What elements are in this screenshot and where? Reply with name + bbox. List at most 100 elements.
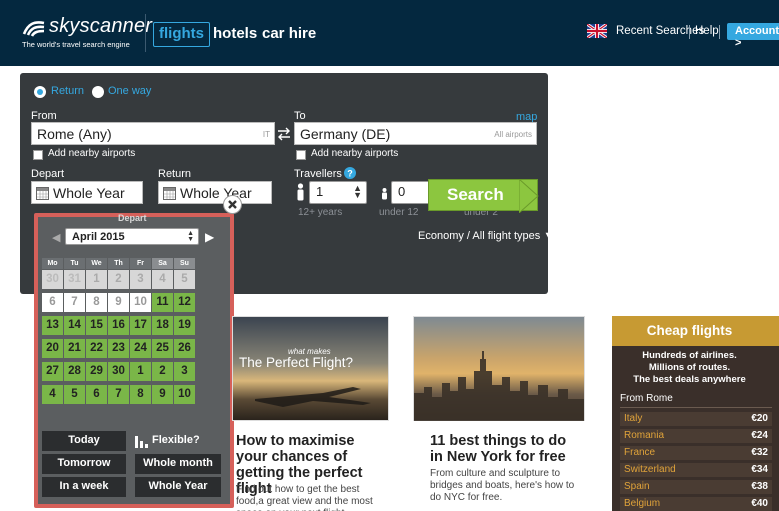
calendar-day[interactable]: 17 [130,316,151,335]
return-date-input[interactable]: Whole Year [158,181,272,204]
return-radio[interactable] [34,86,46,98]
calendar-day[interactable]: 4 [152,270,173,289]
cheap-flight-row[interactable]: Romania €24 [620,429,772,443]
calendar-day[interactable]: 9 [108,293,129,312]
child-person-icon [382,188,387,200]
calendar-day[interactable]: 25 [152,339,173,358]
calendar-day[interactable]: 30 [42,270,63,289]
from-nearby-checkbox[interactable] [33,150,43,160]
calendar-day[interactable]: 3 [174,362,195,381]
to-input[interactable]: Germany (DE) All airports [294,122,537,145]
calendar-day[interactable]: 31 [64,270,85,289]
cabin-class-select[interactable]: Economy / All flight types ▼ [418,230,554,242]
adults-value: 1 [316,184,324,199]
calendar-day[interactable]: 6 [42,293,63,312]
account-button[interactable]: Account > [727,23,779,49]
weekday-header: Mo [42,258,63,269]
in-a-week-button[interactable]: In a week [42,477,126,497]
calendar-day[interactable]: 29 [86,362,107,381]
whole-year-button[interactable]: Whole Year [135,477,221,497]
destination-label: Spain [624,481,650,492]
from-nearby-label[interactable]: Add nearby airports [48,148,135,159]
close-icon[interactable] [223,195,242,214]
to-nearby-label[interactable]: Add nearby airports [311,148,398,159]
date-picker-title: Depart [118,213,147,223]
destination-label: Italy [624,413,643,424]
adults-select[interactable]: 1 ▲ ▼ [309,181,367,204]
header-link-separator [719,25,720,39]
calendar-day[interactable]: 26 [174,339,195,358]
calendar-day[interactable]: 7 [64,293,85,312]
calendar-day[interactable]: 5 [64,385,85,404]
from-country-code: IT [262,130,270,139]
to-nearby-checkbox[interactable] [296,150,306,160]
children-age-label: under 12 [379,207,419,218]
divider [620,407,772,408]
cheap-flight-row[interactable]: Belgium €40 [620,497,772,511]
nav-flights[interactable]: flights [153,22,210,47]
calendar-day[interactable]: 20 [42,339,63,358]
calendar-day[interactable]: 7 [108,385,129,404]
today-button[interactable]: Today [42,431,126,451]
calendar-day[interactable]: 2 [152,362,173,381]
calendar-icon [36,187,49,200]
calendar-day[interactable]: 12 [174,293,195,312]
calendar-day[interactable]: 6 [86,385,107,404]
calendar-day[interactable]: 23 [108,339,129,358]
cheap-flight-row[interactable]: Spain €38 [620,480,772,494]
calendar-day[interactable]: 19 [174,316,195,335]
month-select[interactable]: April 2015 ▲ ▼ [65,228,199,245]
calendar-day[interactable]: 11 [152,293,173,312]
next-month-icon[interactable]: ▶ [205,230,214,244]
new-york-image[interactable] [413,316,585,421]
adults-age-label: 12+ years [298,207,343,218]
calendar-day[interactable]: 28 [64,362,85,381]
swap-icon[interactable] [277,127,291,141]
calendar-day[interactable]: 30 [108,362,129,381]
calendar-day[interactable]: 2 [108,270,129,289]
calendar-day[interactable]: 1 [86,270,107,289]
skyscanner-cloud-icon [22,21,45,37]
skyscanner-logo[interactable]: skyscanner The world's travel search eng… [22,15,152,56]
one-way-radio[interactable] [92,86,104,98]
calendar-day[interactable]: 3 [130,270,151,289]
calendar-day[interactable]: 5 [174,270,195,289]
recent-searches-link[interactable]: Recent Searches [616,25,704,37]
calendar-day[interactable]: 10 [130,293,151,312]
return-date-label: Return [158,168,192,180]
calendar-day[interactable]: 8 [86,293,107,312]
tomorrow-button[interactable]: Tomorrow [42,454,126,474]
nav-car-hire[interactable]: car hire [262,24,316,44]
calendar-day[interactable]: 8 [130,385,151,404]
calendar-day[interactable]: 27 [42,362,63,381]
calendar-day[interactable]: 14 [64,316,85,335]
calendar-day[interactable]: 24 [130,339,151,358]
return-label[interactable]: Return [51,85,84,97]
calendar-day[interactable]: 22 [86,339,107,358]
prev-month-icon[interactable]: ◀ [52,231,60,244]
uk-flag-icon[interactable] [587,24,607,38]
calendar-day[interactable]: 15 [86,316,107,335]
depart-input[interactable]: Whole Year [31,181,143,204]
calendar-day[interactable]: 13 [42,316,63,335]
cheap-flight-row[interactable]: Italy €20 [620,412,772,426]
cheap-flight-row[interactable]: France €32 [620,446,772,460]
nav-hotels[interactable]: hotels [213,24,257,44]
calendar-day[interactable]: 1 [130,362,151,381]
calendar-day[interactable]: 9 [152,385,173,404]
from-input[interactable]: Rome (Any) IT [31,122,275,145]
price-label: €34 [751,464,768,475]
calendar-day[interactable]: 16 [108,316,129,335]
calendar-day[interactable]: 10 [174,385,195,404]
flexible-label[interactable]: Flexible? [152,434,200,446]
perfect-flight-image[interactable]: what makes The Perfect Flight? [232,316,389,421]
whole-month-button[interactable]: Whole month [135,454,221,474]
calendar-day[interactable]: 4 [42,385,63,404]
calendar-day[interactable]: 21 [64,339,85,358]
card2-title[interactable]: 11 best things to do in New York for fre… [430,433,580,465]
help-icon[interactable]: ? [344,167,356,179]
help-link[interactable]: Help [695,25,719,37]
cheap-flight-row[interactable]: Switzerland €34 [620,463,772,477]
one-way-label[interactable]: One way [108,85,151,97]
calendar-day[interactable]: 18 [152,316,173,335]
